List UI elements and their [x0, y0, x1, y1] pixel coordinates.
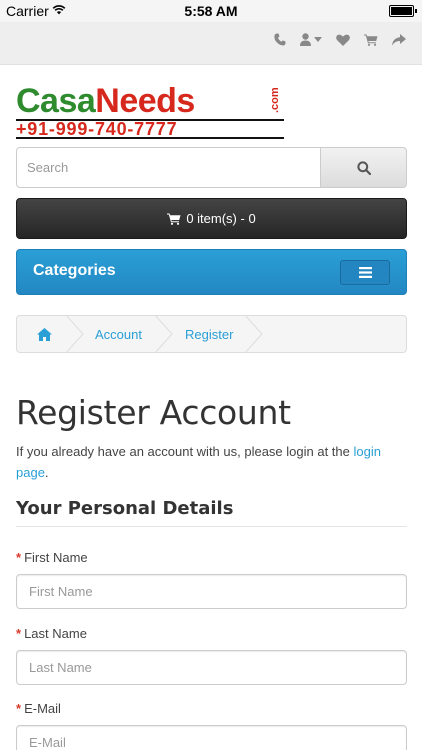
clock: 5:58 AM — [184, 3, 238, 19]
hamburger-icon — [358, 267, 372, 278]
search-input[interactable] — [16, 147, 321, 188]
cart-icon[interactable] — [364, 34, 378, 46]
search-icon — [356, 160, 371, 175]
top-nav — [0, 22, 422, 65]
required-mark: * — [16, 701, 22, 716]
home-icon — [37, 327, 52, 341]
section-title: Your Personal Details — [16, 498, 234, 519]
email-field[interactable] — [16, 725, 407, 750]
heart-icon[interactable] — [336, 34, 350, 46]
categories-menu[interactable]: Categories — [16, 249, 407, 295]
cart-label: 0 item(s) - 0 — [186, 211, 256, 226]
cart-icon — [167, 213, 181, 225]
email-label: * E-Mail — [16, 701, 61, 716]
intro-text: If you already have an account with us, … — [16, 444, 381, 480]
share-icon[interactable] — [392, 33, 406, 46]
breadcrumb-separator — [245, 316, 263, 352]
user-icon[interactable] — [300, 33, 322, 46]
first-name-label: * First Name — [16, 550, 88, 565]
section-divider — [16, 526, 407, 527]
search-bar — [16, 147, 407, 188]
logo-com: .com — [269, 87, 281, 113]
phone-icon[interactable] — [274, 33, 286, 46]
logo-wordmark: CasaNeeds — [16, 82, 195, 120]
logo-phone-number: +91-999-740-7777 — [16, 119, 284, 139]
last-name-label: * Last Name — [16, 626, 87, 641]
first-name-field[interactable] — [16, 574, 407, 609]
last-name-field[interactable] — [16, 650, 407, 685]
menu-toggle-button[interactable] — [340, 260, 390, 285]
battery-icon — [389, 5, 417, 17]
status-bar: Carrier 5:58 AM — [0, 0, 422, 22]
site-logo[interactable]: CasaNeeds .com +91-999-740-7777 — [16, 83, 286, 139]
breadcrumb-item-register[interactable]: Register — [185, 316, 233, 352]
breadcrumb: Account Register — [16, 315, 407, 353]
breadcrumb-home[interactable] — [37, 316, 52, 352]
cart-button[interactable]: 0 item(s) - 0 — [16, 198, 407, 239]
search-button[interactable] — [320, 147, 407, 188]
breadcrumb-item-account[interactable]: Account — [95, 316, 142, 352]
required-mark: * — [16, 626, 22, 641]
required-mark: * — [16, 550, 22, 565]
page-title: Register Account — [16, 393, 291, 432]
categories-label: Categories — [33, 262, 116, 279]
caret-down-icon — [314, 37, 322, 42]
